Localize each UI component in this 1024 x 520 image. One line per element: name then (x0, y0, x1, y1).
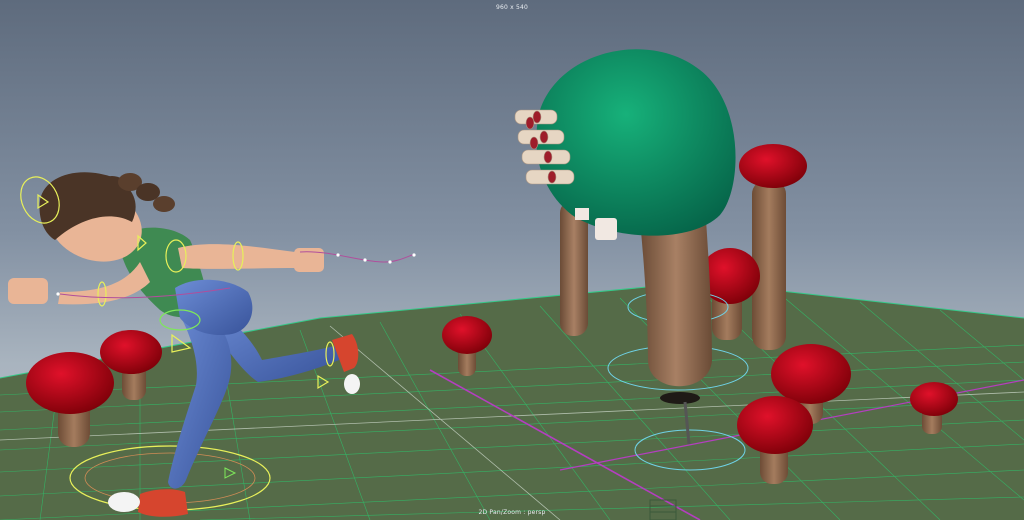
resolution-gate-label: 960 x 540 (495, 4, 529, 11)
3d-scene[interactable] (0, 0, 1024, 520)
ground-plane (0, 282, 1024, 520)
maya-viewport[interactable]: 960 x 540 2D Pan/Zoom : persp (0, 0, 1024, 520)
hud-camera-label: 2D Pan/Zoom : persp (478, 509, 546, 516)
